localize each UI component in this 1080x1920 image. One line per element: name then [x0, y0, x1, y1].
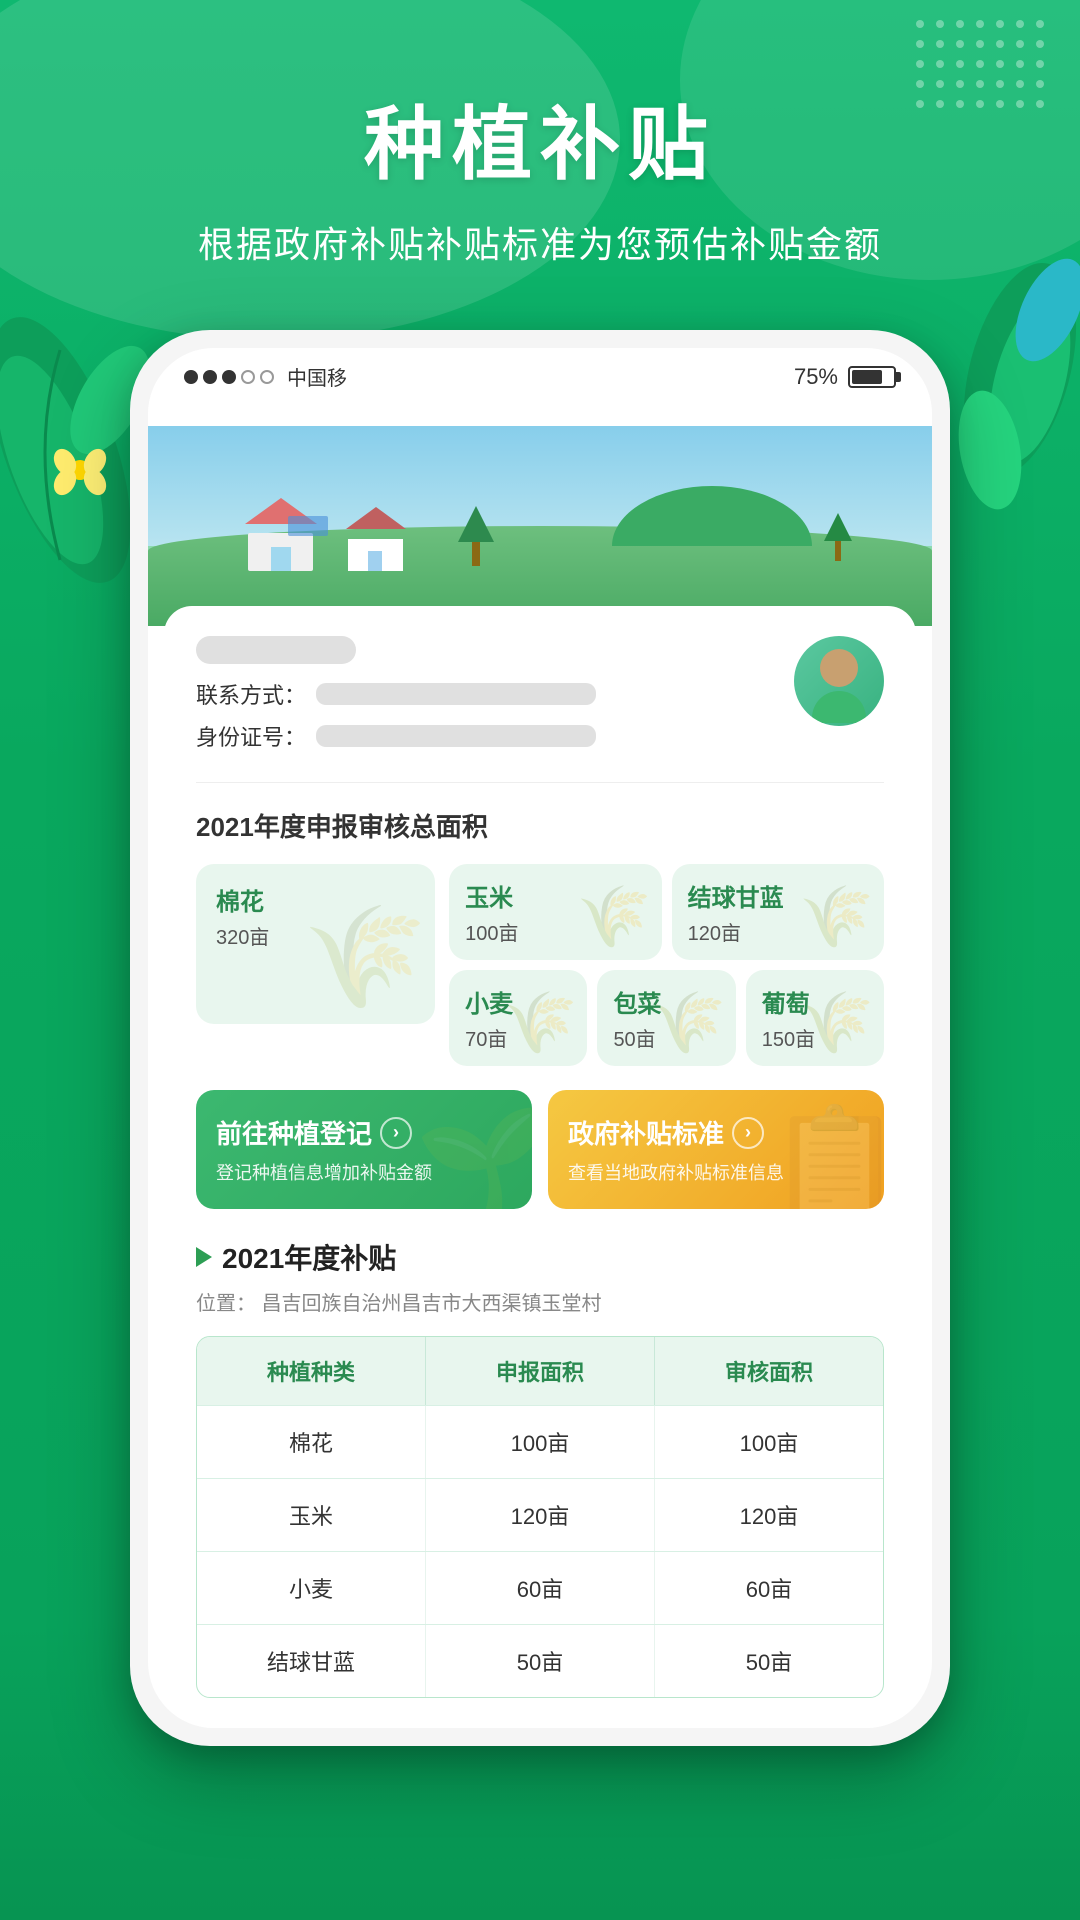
signal-dot-4: [241, 370, 255, 384]
crop-area-baocai: 50亩: [613, 1023, 719, 1052]
table-row-mianhua: 棉花 100亩 100亩: [197, 1405, 883, 1478]
signal-dot-1: [184, 370, 198, 384]
standard-arrow: ›: [732, 1117, 764, 1149]
td-reviewed-1: 100亩: [655, 1406, 883, 1478]
crop-card-mianhua: 棉花 320亩 🌾: [196, 864, 435, 1024]
hero-farm-scene: [148, 426, 932, 626]
crop-name-yumi: 玉米: [465, 878, 645, 913]
carrier-text: 中国移: [287, 362, 347, 391]
subsidy-section: 2021年度补贴 位置： 昌吉回族自治州昌吉市大西渠镇玉堂村 种植种类 申报面积…: [196, 1237, 884, 1698]
crop-area-xiaomai: 70亩: [465, 1023, 571, 1052]
subsidy-title: 2021年度补贴: [196, 1237, 884, 1277]
contact-blurred: [316, 683, 596, 705]
avatar-head: [820, 649, 858, 687]
page-title-main: 种植补贴: [0, 80, 1080, 196]
decorative-flower: [50, 440, 110, 500]
crop-col-right: 玉米 100亩 🌾 结球甘蓝 120亩 🌾: [449, 864, 884, 1066]
user-contact-field: 联系方式：: [196, 678, 794, 710]
location-label: 位置：: [196, 1293, 256, 1315]
table-row-yumi: 玉米 120亩 120亩: [197, 1478, 883, 1551]
crop-card-jieqiuganlv: 结球甘蓝 120亩 🌾: [672, 864, 884, 960]
location-text: 昌吉回族自治州昌吉市大西渠镇玉堂村: [262, 1293, 602, 1315]
status-right: 75%: [794, 364, 896, 390]
td-declared-4: 50亩: [426, 1625, 655, 1697]
page-title-sub: 根据政府补贴补贴标准为您预估补贴金额: [0, 216, 1080, 268]
crop-col-left: 棉花 320亩 🌾: [196, 864, 435, 1066]
crop-card-yumi: 玉米 100亩 🌾: [449, 864, 661, 960]
phone-mockup: 中国移 75% ‹ 种植补贴: [130, 330, 950, 1746]
td-declared-1: 100亩: [426, 1406, 655, 1478]
battery-icon: [848, 366, 896, 388]
crop-card-xiaomai: 小麦 70亩 🌾: [449, 970, 587, 1066]
signal-dot-3: [222, 370, 236, 384]
th-crop: 种植种类: [197, 1337, 426, 1405]
status-bar: 中国移 75%: [148, 348, 932, 401]
subsidy-table: 种植种类 申报面积 审核面积 棉花 100亩 100亩 玉米: [196, 1336, 884, 1698]
id-blurred: [316, 725, 596, 747]
signal-dot-2: [203, 370, 217, 384]
td-reviewed-2: 120亩: [655, 1479, 883, 1551]
table-row-jieqiuganlv: 结球甘蓝 50亩 50亩: [197, 1624, 883, 1697]
crop-area-putao: 150亩: [762, 1023, 868, 1052]
avatar-person: [812, 649, 866, 723]
crop-name-putao: 葡萄: [762, 984, 868, 1019]
td-declared-3: 60亩: [426, 1552, 655, 1624]
action-buttons: 前往种植登记 › 登记种植信息增加补贴金额 🌱 政府补贴标准 › 查看当地政府补…: [196, 1090, 884, 1209]
crop-grid: 棉花 320亩 🌾 玉米 100亩 🌾: [196, 864, 884, 1066]
signal-dot-5: [260, 370, 274, 384]
subsidy-title-text: 2021年度补贴: [222, 1237, 396, 1277]
td-declared-2: 120亩: [426, 1479, 655, 1551]
table-header: 种植种类 申报面积 审核面积: [197, 1337, 883, 1405]
td-reviewed-4: 50亩: [655, 1625, 883, 1697]
user-info-section: 联系方式： 身份证号：: [196, 636, 884, 783]
user-name-blurred: [196, 636, 356, 664]
user-details: 联系方式： 身份证号：: [196, 636, 794, 762]
crop-row-top: 玉米 100亩 🌾 结球甘蓝 120亩 🌾: [449, 864, 884, 960]
hero-solar-panel: [288, 516, 328, 536]
standard-bg-icon: 📋: [767, 1100, 884, 1209]
id-label: 身份证号：: [196, 720, 306, 752]
td-reviewed-3: 60亩: [655, 1552, 883, 1624]
subsidy-location: 位置： 昌吉回族自治州昌吉市大西渠镇玉堂村: [196, 1287, 884, 1316]
register-button[interactable]: 前往种植登记 › 登记种植信息增加补贴金额 🌱: [196, 1090, 532, 1209]
table-row-xiaomai: 小麦 60亩 60亩: [197, 1551, 883, 1624]
contact-label: 联系方式：: [196, 678, 306, 710]
crop-card-baocai: 包菜 50亩 🌾: [597, 970, 735, 1066]
avatar-body: [812, 691, 866, 723]
crop-name-xiaomai: 小麦: [465, 984, 571, 1019]
hero-tree-2: [824, 513, 852, 561]
crop-area-mianhua: 320亩: [216, 921, 415, 950]
battery-fill: [852, 370, 882, 384]
signal-area: 中国移: [184, 362, 347, 391]
th-reviewed: 审核面积: [655, 1337, 883, 1405]
content-card: 联系方式： 身份证号：: [164, 606, 916, 1728]
td-crop-2: 玉米: [197, 1479, 426, 1551]
td-crop-3: 小麦: [197, 1552, 426, 1624]
crop-area-jieqiuganlv: 120亩: [688, 917, 868, 946]
crop-area-yumi: 100亩: [465, 917, 645, 946]
register-bg-icon: 🌱: [415, 1100, 532, 1209]
crop-card-putao: 葡萄 150亩 🌾: [746, 970, 884, 1066]
battery-percent: 75%: [794, 364, 838, 390]
hero-house-2: [348, 523, 403, 571]
td-crop-1: 棉花: [197, 1406, 426, 1478]
crop-name-baocai: 包菜: [613, 984, 719, 1019]
page-header: 种植补贴 根据政府补贴补贴标准为您预估补贴金额: [0, 80, 1080, 268]
th-declared: 申报面积: [426, 1337, 655, 1405]
td-crop-4: 结球甘蓝: [197, 1625, 426, 1697]
crop-row-bottom: 小麦 70亩 🌾 包菜 50亩 🌾 葡萄 150亩: [449, 970, 884, 1066]
standard-button[interactable]: 政府补贴标准 › 查看当地政府补贴标准信息 📋: [548, 1090, 884, 1209]
subsidy-title-arrow-icon: [196, 1247, 212, 1267]
user-id-field: 身份证号：: [196, 720, 794, 752]
year-section-title: 2021年度申报审核总面积: [196, 807, 884, 844]
user-avatar: [794, 636, 884, 726]
hero-tree-1: [458, 506, 494, 566]
crop-name-mianhua: 棉花: [216, 882, 415, 917]
decorative-leaf-right: [940, 250, 1080, 530]
register-arrow: ›: [380, 1117, 412, 1149]
hero-hill: [612, 446, 812, 546]
crop-name-jieqiuganlv: 结球甘蓝: [688, 878, 868, 913]
